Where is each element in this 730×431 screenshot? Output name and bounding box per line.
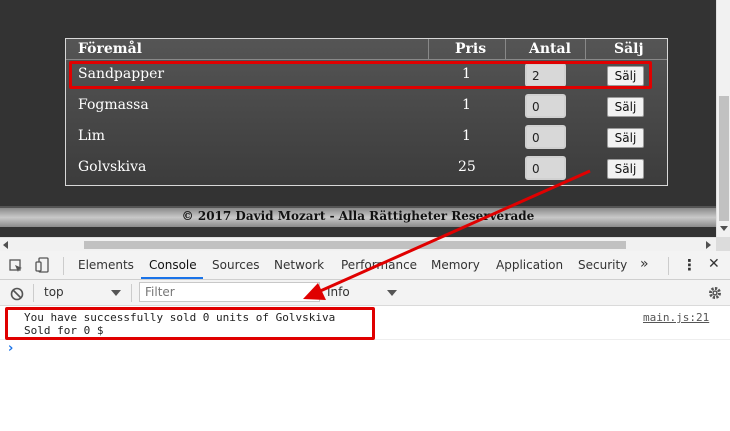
copyright-text: © 2017 David Mozart - Alla Rättigheter R… [181,209,535,223]
item-name: Lim [78,128,106,144]
toolbar-divider [33,284,34,302]
console-toolbar: top Info [0,280,730,306]
log-level-selector[interactable]: Info [327,285,350,299]
clear-console-icon[interactable] [10,286,24,301]
highlight-box-console-message [5,307,375,340]
toolbar-divider [63,257,64,275]
devtools-menu-icon[interactable]: ⋮ [682,256,697,274]
tab-network[interactable]: Network [274,258,324,272]
header-sell: Sälj [614,41,644,57]
scroll-down-icon[interactable] [720,226,728,231]
header-price: Pris [455,41,487,57]
active-tab-indicator [141,277,203,279]
header-item: Föremål [78,41,142,57]
column-divider [585,39,586,59]
close-icon[interactable]: ✕ [708,256,720,272]
item-name: Fogmassa [78,97,149,113]
highlight-box-sandpapper-row [69,61,652,89]
tab-sources[interactable]: Sources [212,258,259,272]
devtools-panel: Elements Console Sources Network Perform… [0,251,730,431]
device-toolbar-icon[interactable] [35,257,51,273]
scroll-right-icon[interactable] [706,241,711,249]
quantity-input[interactable]: 0 [525,156,566,180]
tab-memory[interactable]: Memory [431,258,480,272]
console-filter-input[interactable] [139,282,320,302]
column-divider [505,39,506,59]
console-settings-icon[interactable] [707,285,723,301]
toolbar-divider [131,284,132,302]
dropdown-arrow-icon[interactable] [387,290,397,296]
quantity-input[interactable]: 0 [525,125,566,149]
sell-button[interactable]: Sälj [607,97,644,117]
inspect-element-icon[interactable] [9,258,23,272]
devtools-tab-bar: Elements Console Sources Network Perform… [0,251,730,280]
more-tabs-icon[interactable]: » [640,256,649,272]
page-viewport: Föremål Pris Antal Sälj Sandpapper 1 2 S… [0,0,716,237]
item-price: 25 [458,159,476,175]
context-selector[interactable]: top [44,285,64,299]
horizontal-scrollbar[interactable] [0,237,716,251]
item-price: 1 [462,97,471,113]
quantity-input[interactable]: 0 [525,94,566,118]
tab-security[interactable]: Security [578,258,627,272]
item-name: Golvskiva [78,159,147,175]
tab-application[interactable]: Application [496,258,563,272]
sell-button[interactable]: Sälj [607,159,644,179]
tab-performance[interactable]: Performance [341,258,417,272]
toolbar-divider [668,257,669,275]
sell-button[interactable]: Sälj [607,128,644,148]
scrollbar-corner [716,237,730,251]
item-price: 1 [462,128,471,144]
dropdown-arrow-icon[interactable] [111,290,121,296]
scrollbar-thumb[interactable] [719,96,729,221]
console-prompt-icon[interactable]: › [8,341,13,356]
tab-elements[interactable]: Elements [78,258,134,272]
scrollbar-thumb[interactable] [84,241,626,249]
header-divider [66,59,667,60]
vertical-scrollbar[interactable] [716,0,730,237]
page-footer: © 2017 David Mozart - Alla Rättigheter R… [0,206,716,227]
source-link[interactable]: main.js:21 [643,311,709,324]
scroll-left-icon[interactable] [3,241,8,249]
tab-console[interactable]: Console [149,258,197,272]
column-divider [428,39,429,59]
header-qty: Antal [529,41,571,57]
